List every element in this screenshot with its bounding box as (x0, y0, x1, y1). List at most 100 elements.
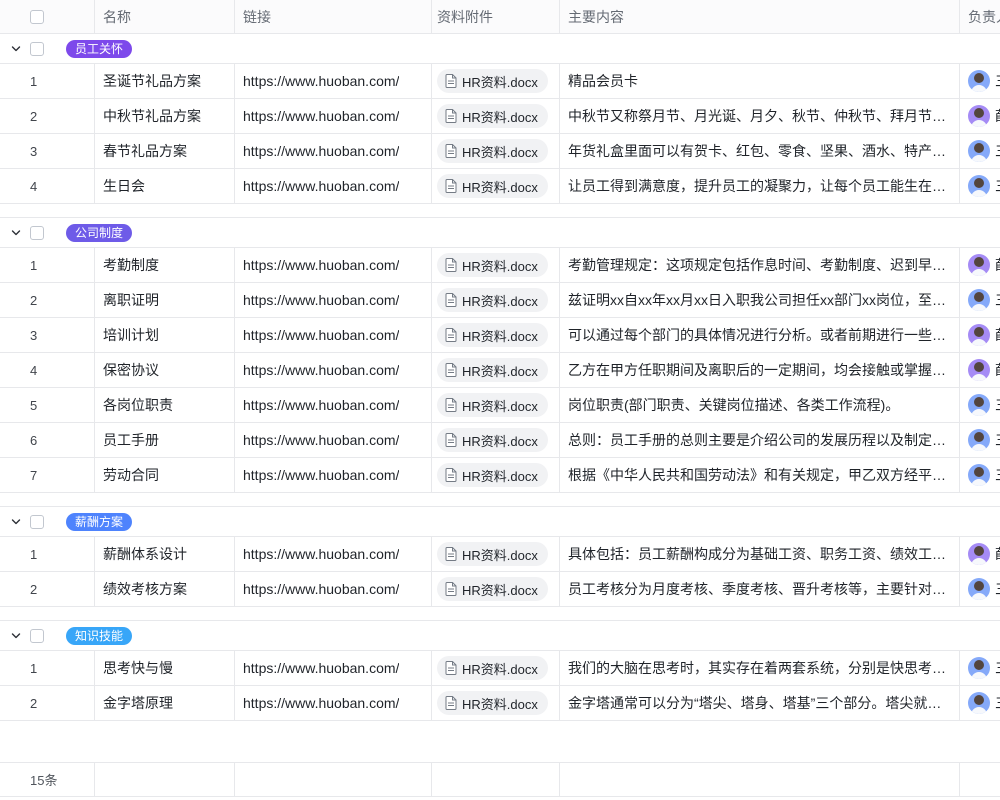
attachment-chip[interactable]: HR资料.docx (437, 139, 548, 163)
link-cell[interactable]: https://www.huoban.com/ (235, 458, 432, 492)
attachment-chip[interactable]: HR资料.docx (437, 104, 548, 128)
attachment-cell[interactable]: HR资料.docx (432, 423, 560, 457)
name-cell[interactable]: 离职证明 (95, 283, 235, 317)
link-cell[interactable]: https://www.huoban.com/ (235, 248, 432, 282)
group-checkbox[interactable] (30, 515, 44, 529)
name-cell[interactable]: 保密协议 (95, 353, 235, 387)
content-cell[interactable]: 考勤管理规定：这项规定包括作息时间、考勤制度、迟到早… (560, 248, 960, 282)
select-all-checkbox[interactable] (30, 10, 44, 24)
link-cell[interactable]: https://www.huoban.com/ (235, 134, 432, 168)
chevron-down-icon[interactable] (10, 516, 22, 528)
name-cell[interactable]: 各岗位职责 (95, 388, 235, 422)
link-text[interactable]: https://www.huoban.com/ (243, 467, 399, 483)
attachment-cell[interactable]: HR资料.docx (432, 353, 560, 387)
column-header-content[interactable]: 主要内容 (560, 0, 960, 33)
link-text[interactable]: https://www.huoban.com/ (243, 362, 399, 378)
attachment-cell[interactable]: HR资料.docx (432, 651, 560, 685)
group-checkbox[interactable] (30, 42, 44, 56)
name-cell[interactable]: 培训计划 (95, 318, 235, 352)
name-cell[interactable]: 春节礼品方案 (95, 134, 235, 168)
content-cell[interactable]: 精品会员卡 (560, 64, 960, 98)
attachment-cell[interactable]: HR资料.docx (432, 134, 560, 168)
content-cell[interactable]: 岗位职责(部门职责、关键岗位描述、各类工作流程)。 (560, 388, 960, 422)
owner-cell[interactable]: 三 (960, 686, 1000, 720)
content-cell[interactable]: 可以通过每个部门的具体情况进行分析。或者前期进行一些… (560, 318, 960, 352)
owner-cell[interactable]: 薛 (960, 537, 1000, 571)
name-cell[interactable]: 绩效考核方案 (95, 572, 235, 606)
link-cell[interactable]: https://www.huoban.com/ (235, 283, 432, 317)
link-text[interactable]: https://www.huoban.com/ (243, 73, 399, 89)
link-cell[interactable]: https://www.huoban.com/ (235, 99, 432, 133)
link-cell[interactable]: https://www.huoban.com/ (235, 537, 432, 571)
content-cell[interactable]: 具体包括：员工薪酬构成分为基础工资、职务工资、绩效工… (560, 537, 960, 571)
chevron-down-icon[interactable] (10, 630, 22, 642)
name-cell[interactable]: 员工手册 (95, 423, 235, 457)
chevron-down-icon[interactable] (10, 43, 22, 55)
column-header-owner[interactable]: 负责人 (960, 0, 1000, 33)
attachment-cell[interactable]: HR资料.docx (432, 458, 560, 492)
owner-cell[interactable]: 薛 (960, 99, 1000, 133)
link-cell[interactable]: https://www.huoban.com/ (235, 169, 432, 203)
link-text[interactable]: https://www.huoban.com/ (243, 432, 399, 448)
content-cell[interactable]: 让员工得到满意度，提升员工的凝聚力，让每个员工能生在… (560, 169, 960, 203)
link-cell[interactable]: https://www.huoban.com/ (235, 64, 432, 98)
group-checkbox[interactable] (30, 226, 44, 240)
owner-cell[interactable]: 三 (960, 458, 1000, 492)
attachment-chip[interactable]: HR资料.docx (437, 691, 548, 715)
column-header-name[interactable]: 名称 (95, 0, 235, 33)
link-text[interactable]: https://www.huoban.com/ (243, 257, 399, 273)
owner-cell[interactable]: 三 (960, 572, 1000, 606)
attachment-cell[interactable]: HR资料.docx (432, 318, 560, 352)
name-cell[interactable]: 劳动合同 (95, 458, 235, 492)
attachment-cell[interactable]: HR资料.docx (432, 572, 560, 606)
attachment-cell[interactable]: HR资料.docx (432, 99, 560, 133)
chevron-down-icon[interactable] (10, 227, 22, 239)
link-text[interactable]: https://www.huoban.com/ (243, 143, 399, 159)
attachment-chip[interactable]: HR资料.docx (437, 358, 548, 382)
link-cell[interactable]: https://www.huoban.com/ (235, 651, 432, 685)
attachment-chip[interactable]: HR资料.docx (437, 69, 548, 93)
attachment-cell[interactable]: HR资料.docx (432, 283, 560, 317)
link-text[interactable]: https://www.huoban.com/ (243, 546, 399, 562)
link-cell[interactable]: https://www.huoban.com/ (235, 686, 432, 720)
link-text[interactable]: https://www.huoban.com/ (243, 327, 399, 343)
owner-cell[interactable]: 薛 (960, 318, 1000, 352)
link-text[interactable]: https://www.huoban.com/ (243, 695, 399, 711)
attachment-chip[interactable]: HR资料.docx (437, 288, 548, 312)
attachment-cell[interactable]: HR资料.docx (432, 64, 560, 98)
owner-cell[interactable]: 三 (960, 388, 1000, 422)
attachment-chip[interactable]: HR资料.docx (437, 656, 548, 680)
name-cell[interactable]: 薪酬体系设计 (95, 537, 235, 571)
owner-cell[interactable]: 三 (960, 64, 1000, 98)
name-cell[interactable]: 圣诞节礼品方案 (95, 64, 235, 98)
owner-cell[interactable]: 三 (960, 423, 1000, 457)
owner-cell[interactable]: 三 (960, 134, 1000, 168)
link-cell[interactable]: https://www.huoban.com/ (235, 572, 432, 606)
content-cell[interactable]: 我们的大脑在思考时，其实存在着两套系统，分别是快思考… (560, 651, 960, 685)
attachment-cell[interactable]: HR资料.docx (432, 248, 560, 282)
content-cell[interactable]: 员工考核分为月度考核、季度考核、晋升考核等，主要针对… (560, 572, 960, 606)
column-header-attachment[interactable]: 资料附件 (432, 0, 560, 33)
name-cell[interactable]: 金字塔原理 (95, 686, 235, 720)
attachment-cell[interactable]: HR资料.docx (432, 169, 560, 203)
content-cell[interactable]: 金字塔通常可以分为“塔尖、塔身、塔基”三个部分。塔尖就… (560, 686, 960, 720)
link-cell[interactable]: https://www.huoban.com/ (235, 388, 432, 422)
link-text[interactable]: https://www.huoban.com/ (243, 292, 399, 308)
link-cell[interactable]: https://www.huoban.com/ (235, 353, 432, 387)
content-cell[interactable]: 乙方在甲方任职期间及离职后的一定期间，均会接触或掌握… (560, 353, 960, 387)
column-header-link[interactable]: 链接 (235, 0, 432, 33)
attachment-chip[interactable]: HR资料.docx (437, 174, 548, 198)
attachment-chip[interactable]: HR资料.docx (437, 393, 548, 417)
content-cell[interactable]: 年货礼盒里面可以有贺卡、红包、零食、坚果、酒水、特产… (560, 134, 960, 168)
owner-cell[interactable]: 三 (960, 169, 1000, 203)
attachment-chip[interactable]: HR资料.docx (437, 542, 548, 566)
link-text[interactable]: https://www.huoban.com/ (243, 108, 399, 124)
owner-cell[interactable]: 薛 (960, 353, 1000, 387)
link-text[interactable]: https://www.huoban.com/ (243, 397, 399, 413)
attachment-chip[interactable]: HR资料.docx (437, 577, 548, 601)
attachment-cell[interactable]: HR资料.docx (432, 388, 560, 422)
name-cell[interactable]: 考勤制度 (95, 248, 235, 282)
link-cell[interactable]: https://www.huoban.com/ (235, 423, 432, 457)
attachment-chip[interactable]: HR资料.docx (437, 463, 548, 487)
owner-cell[interactable]: 三 (960, 651, 1000, 685)
